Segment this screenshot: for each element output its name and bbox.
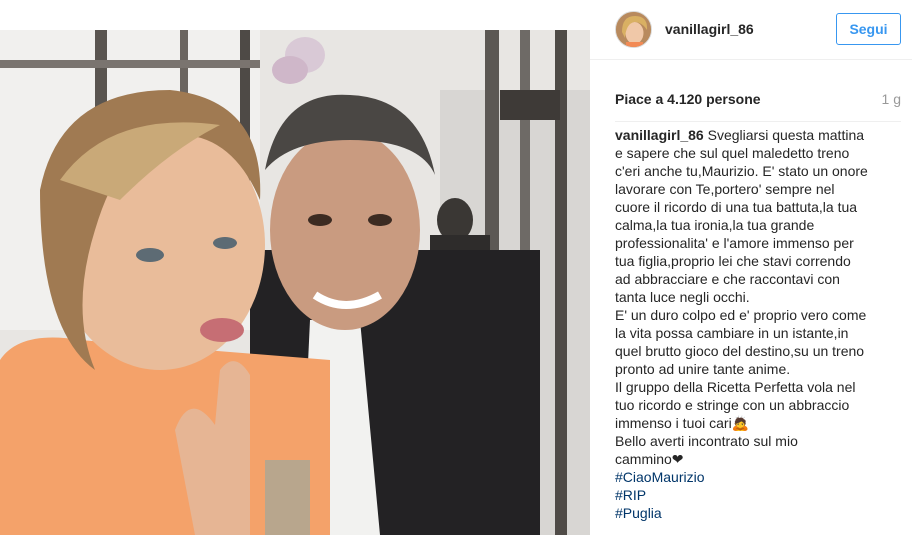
post-header: vanillagirl_86 Segui bbox=[590, 0, 912, 60]
username[interactable]: vanillagirl_86 bbox=[665, 21, 754, 37]
hashtag-link[interactable]: #Puglia bbox=[615, 504, 905, 522]
follow-button[interactable]: Segui bbox=[836, 13, 901, 45]
avatar[interactable] bbox=[615, 11, 652, 48]
post-side-panel: vanillagirl_86 Segui Piace a 4.120 perso… bbox=[590, 0, 912, 535]
post-timestamp[interactable]: 1 g bbox=[882, 91, 901, 107]
avatar-image bbox=[616, 12, 651, 47]
caption-line: tua figlia,proprio lei che stavi corrend… bbox=[615, 253, 851, 269]
caption-line: e sapere che sul quel maledetto treno bbox=[615, 145, 850, 161]
caption-line: tanta luce negli occhi. bbox=[615, 289, 750, 305]
hashtag-link[interactable]: #RIP bbox=[615, 486, 905, 504]
caption-line: E' un duro colpo ed e' proprio vero come bbox=[615, 307, 867, 323]
caption-line: Il gruppo della Ricetta Perfetta vola ne… bbox=[615, 379, 856, 395]
caption-line: c'eri anche tu,Maurizio. E' stato un ono… bbox=[615, 163, 868, 179]
caption-line: calma,la tua ironia,la tua grande bbox=[615, 217, 815, 233]
post-photo[interactable] bbox=[0, 30, 590, 535]
photo-illustration bbox=[0, 30, 590, 535]
caption-line: cuore il ricordo di una tua battuta,la t… bbox=[615, 199, 858, 215]
caption-line: quel brutto gioco del destino,su un tren… bbox=[615, 343, 865, 359]
caption-line: la vita possa cambiare in un istante,in bbox=[615, 325, 849, 341]
divider bbox=[615, 121, 901, 122]
likes-row: Piace a 4.120 persone 1 g bbox=[615, 91, 901, 109]
post-caption: vanillagirl_86 Svegliarsi questa mattina… bbox=[615, 126, 905, 522]
caption-line: professionalita' e l'amore immenso per bbox=[615, 235, 854, 251]
likes-count[interactable]: Piace a 4.120 persone bbox=[615, 91, 761, 107]
caption-line: lavorare con Te,portero' sempre nel bbox=[615, 181, 835, 197]
caption-line: immenso i tuoi cari🙇 bbox=[615, 415, 750, 431]
caption-line: tuo ricordo e stringe con un abbraccio bbox=[615, 397, 850, 413]
caption-line: Bello averti incontrato sul mio bbox=[615, 433, 798, 449]
caption-first-line: vanillagirl_86 Svegliarsi questa mattina bbox=[615, 126, 905, 144]
caption-line: pronto ad unire tante anime. bbox=[615, 361, 791, 377]
caption-username[interactable]: vanillagirl_86 bbox=[615, 127, 704, 143]
caption-line: cammino❤ bbox=[615, 451, 684, 467]
hashtag-link[interactable]: #CiaoMaurizio bbox=[615, 468, 905, 486]
caption-line: ad abbracciare e che raccontavi con bbox=[615, 271, 840, 287]
caption-text-start: Svegliarsi questa mattina bbox=[707, 127, 865, 143]
